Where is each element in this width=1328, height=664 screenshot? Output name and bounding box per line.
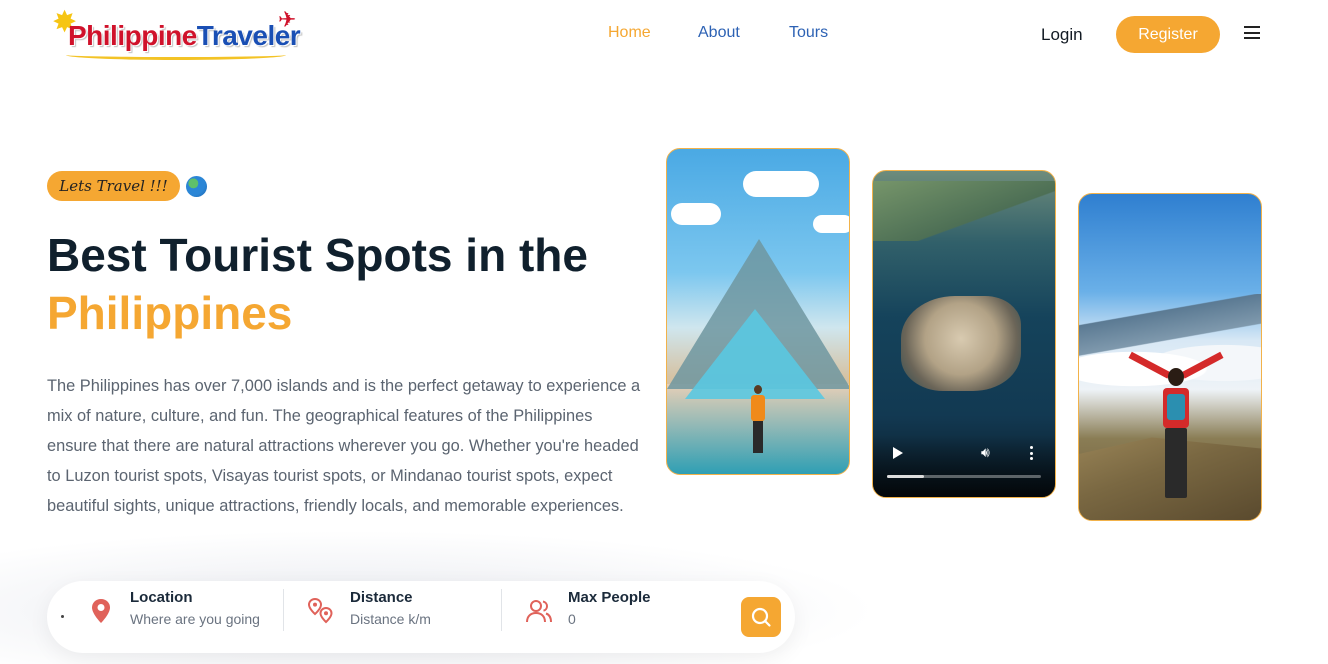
route-pins-icon [307, 597, 333, 624]
mountain-ridge [873, 181, 1055, 241]
cloud-shape [743, 171, 819, 197]
distance-label: Distance [350, 589, 413, 606]
play-icon[interactable] [893, 447, 903, 459]
traveler-figure [751, 385, 765, 455]
island-fort [901, 296, 1021, 391]
users-icon [526, 600, 552, 623]
search-icon [751, 607, 771, 627]
location-input[interactable]: Where are you going [130, 611, 260, 627]
search-divider [283, 589, 284, 631]
distance-input[interactable]: Distance k/m [350, 611, 431, 627]
hiker-figure [1128, 351, 1224, 516]
cloud-shape [671, 203, 721, 225]
decorative-dot [61, 615, 64, 618]
video-progress-bar[interactable] [887, 475, 1041, 478]
louvre-pyramid-image [666, 148, 850, 475]
video-controls-overlay [873, 435, 1055, 497]
search-bar: Location Where are you going Distance Di… [47, 581, 795, 653]
globe-icon [186, 176, 207, 197]
max-people-label: Max People [568, 589, 651, 606]
distance-field[interactable]: Distance Distance k/m [305, 581, 505, 653]
video-progress-fill [887, 475, 924, 478]
logo-text-philippine: Philippine [68, 20, 197, 51]
max-people-field[interactable]: Max People 0 [523, 581, 723, 653]
login-link[interactable]: Login [1041, 25, 1083, 45]
logo-text: PhilippineTraveler [68, 20, 301, 52]
search-button[interactable] [741, 597, 781, 637]
hero-description: The Philippines has over 7,000 islands a… [47, 377, 641, 515]
logo-airplane-icon: ✈ [278, 8, 297, 33]
hero-title: Best Tourist Spots in the Philippines [47, 226, 588, 342]
more-vertical-icon[interactable] [1029, 446, 1033, 460]
logo[interactable]: ✸ PhilippineTraveler ✈ [50, 6, 310, 64]
hero-title-accent: Philippines [47, 287, 293, 339]
register-button[interactable]: Register [1116, 16, 1220, 53]
nav-tours-link[interactable]: Tours [789, 24, 828, 42]
search-divider [501, 589, 502, 631]
lets-travel-badge: Lets Travel !!! [47, 171, 180, 201]
nav-home-link[interactable]: Home [608, 24, 651, 42]
hamburger-menu-icon[interactable] [1244, 26, 1260, 39]
hero-title-line1: Best Tourist Spots in the [47, 229, 588, 281]
map-pin-icon [92, 599, 110, 623]
location-field[interactable]: Location Where are you going [85, 581, 285, 653]
cloud-shape [813, 215, 849, 233]
logo-swoosh [66, 50, 286, 60]
island-fort-video[interactable]: 🔊︎ [872, 170, 1056, 498]
volume-icon[interactable]: 🔊︎ [981, 446, 990, 460]
location-label: Location [130, 589, 193, 606]
mountain-hiker-image [1078, 193, 1262, 521]
nav-about-link[interactable]: About [698, 24, 740, 42]
max-people-input[interactable]: 0 [568, 611, 576, 627]
